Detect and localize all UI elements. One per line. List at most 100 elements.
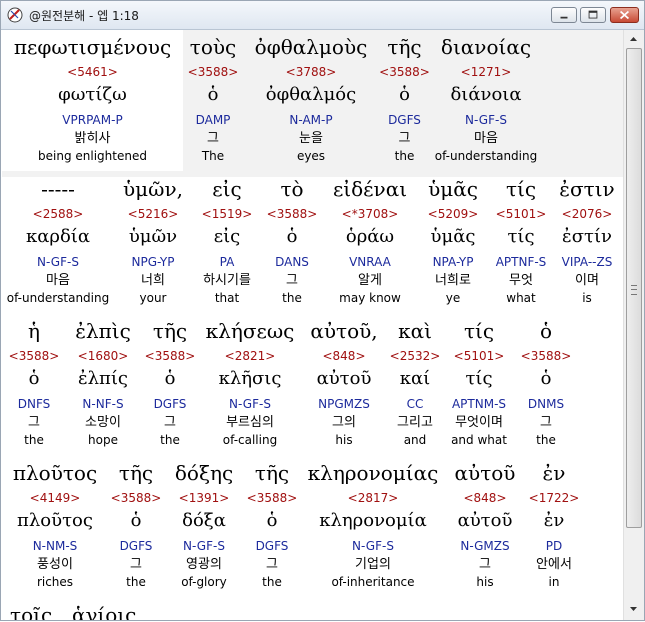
strong-number[interactable]: <2076> <box>554 206 620 222</box>
maximize-button[interactable] <box>580 7 606 23</box>
morphology-code[interactable]: DGFS <box>379 110 430 130</box>
word-cell[interactable]: ----- <2588> καρδία N-GF-S 마음 of-underst… <box>2 172 114 306</box>
word-cell[interactable]: τῆς <3588> ὁ DGFS 그 the <box>108 456 164 590</box>
morphology-code[interactable]: N-AM-P <box>243 110 379 130</box>
strong-number[interactable]: <3788> <box>243 64 379 80</box>
morphology-code[interactable]: NPGMZS <box>300 394 388 414</box>
word-cell[interactable]: εἰς <1519> εἰς PA 하시기를 that <box>192 172 262 306</box>
word-cell[interactable]: αὐτοῦ <848> αὐτοῦ N-GMZS 그 his <box>446 456 524 590</box>
strong-number[interactable]: <3588> <box>516 348 576 364</box>
word-cell[interactable]: τὸ <3588> ὁ DANS 그 the <box>262 172 322 306</box>
strong-number[interactable]: <3588> <box>262 206 322 222</box>
interlinear-view[interactable]: πεφωτισμένους <5461> φωτίζω VPRPAM-P 밝히사… <box>2 30 623 620</box>
close-button[interactable] <box>610 7 639 23</box>
title-bar[interactable]: @원전분해 - 엡 1:18 <box>1 1 644 30</box>
morphology-code[interactable]: N-GF-S <box>200 394 300 414</box>
strong-number[interactable]: <1391> <box>164 490 244 506</box>
strong-number[interactable]: <3588> <box>2 348 66 364</box>
strong-number[interactable]: <5101> <box>488 206 554 222</box>
morphology-code[interactable]: APTNM-S <box>442 394 516 414</box>
strong-number[interactable]: <3588> <box>108 490 164 506</box>
strong-number[interactable]: <2821> <box>200 348 300 364</box>
word-cell[interactable]: ὁ <3588> ὁ DNMS 그 the <box>516 314 576 448</box>
greek-word[interactable]: τοῖς <box>10 598 52 620</box>
strong-number[interactable]: <848> <box>446 490 524 506</box>
word-cell[interactable]: ὑμῶν, <5216> ὑμῶν NPG-YP 너희 your <box>114 172 192 306</box>
greek-word[interactable]: ἁγίοις <box>72 598 136 620</box>
word-cell[interactable]: τῆς <3588> ὁ DGFS 그 the <box>244 456 300 590</box>
lemma: κληρονομία <box>319 510 427 531</box>
strong-number[interactable]: <3588> <box>244 490 300 506</box>
strong-number[interactable]: <3588> <box>140 348 200 364</box>
morphology-code[interactable]: VPRPAM-P <box>2 110 183 130</box>
word-cell[interactable]: δόξης <1391> δόξα N-GF-S 영광의 of-glory <box>164 456 244 590</box>
morphology-code[interactable]: DAMP <box>183 110 243 130</box>
strong-number[interactable]: <2588> <box>2 206 114 222</box>
morphology-code[interactable]: VNRAA <box>322 252 418 272</box>
morphology-code[interactable]: APTNF-S <box>488 252 554 272</box>
strong-number[interactable]: <5209> <box>418 206 488 222</box>
strong-number[interactable]: <5216> <box>114 206 192 222</box>
korean-gloss: 그 <box>207 131 219 146</box>
morphology-code[interactable]: DGFS <box>108 536 164 556</box>
morphology-code[interactable]: N-GF-S <box>2 252 114 272</box>
strong-number[interactable]: <1722> <box>524 490 584 506</box>
word-cell[interactable]: ὑμᾶς <5209> ὑμᾶς NPA-YP 너희로 ye <box>418 172 488 306</box>
strong-number[interactable]: <3588> <box>183 64 243 80</box>
strong-number[interactable]: <5461> <box>2 64 183 80</box>
morphology-code[interactable]: N-GMZS <box>446 536 524 556</box>
morphology-code[interactable]: N-NF-S <box>66 394 140 414</box>
strong-number[interactable]: <2817> <box>300 490 446 506</box>
scrollbar-thumb[interactable] <box>626 48 642 528</box>
word-cell[interactable]: τῆς <3588> ὁ DGFS 그 the <box>379 30 430 164</box>
word-cell[interactable]: ἐν <1722> ἐν PD 안에서 in <box>524 456 584 590</box>
strong-number[interactable]: <1271> <box>430 64 542 80</box>
word-cell[interactable]: τοὺς <3588> ὁ DAMP 그 The <box>183 30 243 164</box>
morphology-code[interactable]: NPA-YP <box>418 252 488 272</box>
strong-number[interactable]: <4149> <box>2 490 108 506</box>
morphology-code[interactable]: NPG-YP <box>114 252 192 272</box>
morphology-code[interactable]: CC <box>388 394 442 414</box>
word-cell[interactable]: κλήσεως <2821> κλῆσις N-GF-S 부르심의 of-cal… <box>200 314 300 448</box>
word-cell[interactable]: ἡ <3588> ὁ DNFS 그 the <box>2 314 66 448</box>
greek-word: τίς <box>463 319 495 343</box>
word-cell[interactable]: τῆς <3588> ὁ DGFS 그 the <box>140 314 200 448</box>
morphology-code[interactable]: PA <box>192 252 262 272</box>
word-cell[interactable]: πλοῦτος <4149> πλοῦτος N-NM-S 풍성이 riches <box>2 456 108 590</box>
morphology-code[interactable]: VIPA--ZS <box>554 252 620 272</box>
morphology-code[interactable]: DNMS <box>516 394 576 414</box>
grip-icon <box>631 285 637 295</box>
word-cell[interactable]: διανοίας <1271> διάνοια N-GF-S 마음 of-und… <box>430 30 542 164</box>
word-cell[interactable]: κληρονομίας <2817> κληρονομία N-GF-S 기업의… <box>300 456 446 590</box>
word-cell[interactable]: καὶ <2532> καί CC 그리고 and <box>388 314 442 448</box>
morphology-code[interactable]: PD <box>524 536 584 556</box>
word-cell[interactable]: ὀφθαλμοὺς <3788> ὀφθαλμός N-AM-P 눈을 eyes <box>243 30 379 164</box>
strong-number[interactable]: <2532> <box>388 348 442 364</box>
scroll-down-button[interactable] <box>626 601 641 616</box>
strong-number[interactable]: <5101> <box>442 348 516 364</box>
strong-number[interactable]: <*3708> <box>322 206 418 222</box>
strong-number[interactable]: <3588> <box>379 64 430 80</box>
word-cell[interactable]: ἐλπὶς <1680> ἐλπίς N-NF-S 소망이 hope <box>66 314 140 448</box>
word-cell[interactable]: πεφωτισμένους <5461> φωτίζω VPRPAM-P 밝히사… <box>2 30 183 171</box>
morphology-code[interactable]: DNFS <box>2 394 66 414</box>
strong-number[interactable]: <848> <box>300 348 388 364</box>
minimize-button[interactable] <box>551 7 577 23</box>
morphology-code[interactable]: DANS <box>262 252 322 272</box>
word-cell[interactable]: αὐτοῦ, <848> αὐτοῦ NPGMZS 그의 his <box>300 314 388 448</box>
strong-number[interactable]: <1680> <box>66 348 140 364</box>
morphology-code[interactable]: N-GF-S <box>164 536 244 556</box>
vertical-scrollbar[interactable] <box>623 30 644 620</box>
morphology-code[interactable]: DGFS <box>244 536 300 556</box>
scroll-up-button[interactable] <box>626 32 641 47</box>
morphology-code[interactable]: DGFS <box>140 394 200 414</box>
word-cell[interactable]: τίς <5101> τίς APTNF-S 무엇 what <box>488 172 554 306</box>
morphology-code[interactable]: N-GF-S <box>300 536 446 556</box>
korean-gloss: 그리고 <box>397 415 433 430</box>
word-cell[interactable]: ἐστιν <2076> ἐστίν VIPA--ZS 이며 is <box>554 172 620 306</box>
word-cell[interactable]: εἰδέναι <*3708> ὁράω VNRAA 알게 may know <box>322 172 418 306</box>
word-cell[interactable]: τίς <5101> τίς APTNM-S 무엇이며 and what <box>442 314 516 448</box>
morphology-code[interactable]: N-GF-S <box>430 110 542 130</box>
strong-number[interactable]: <1519> <box>192 206 262 222</box>
morphology-code[interactable]: N-NM-S <box>2 536 108 556</box>
